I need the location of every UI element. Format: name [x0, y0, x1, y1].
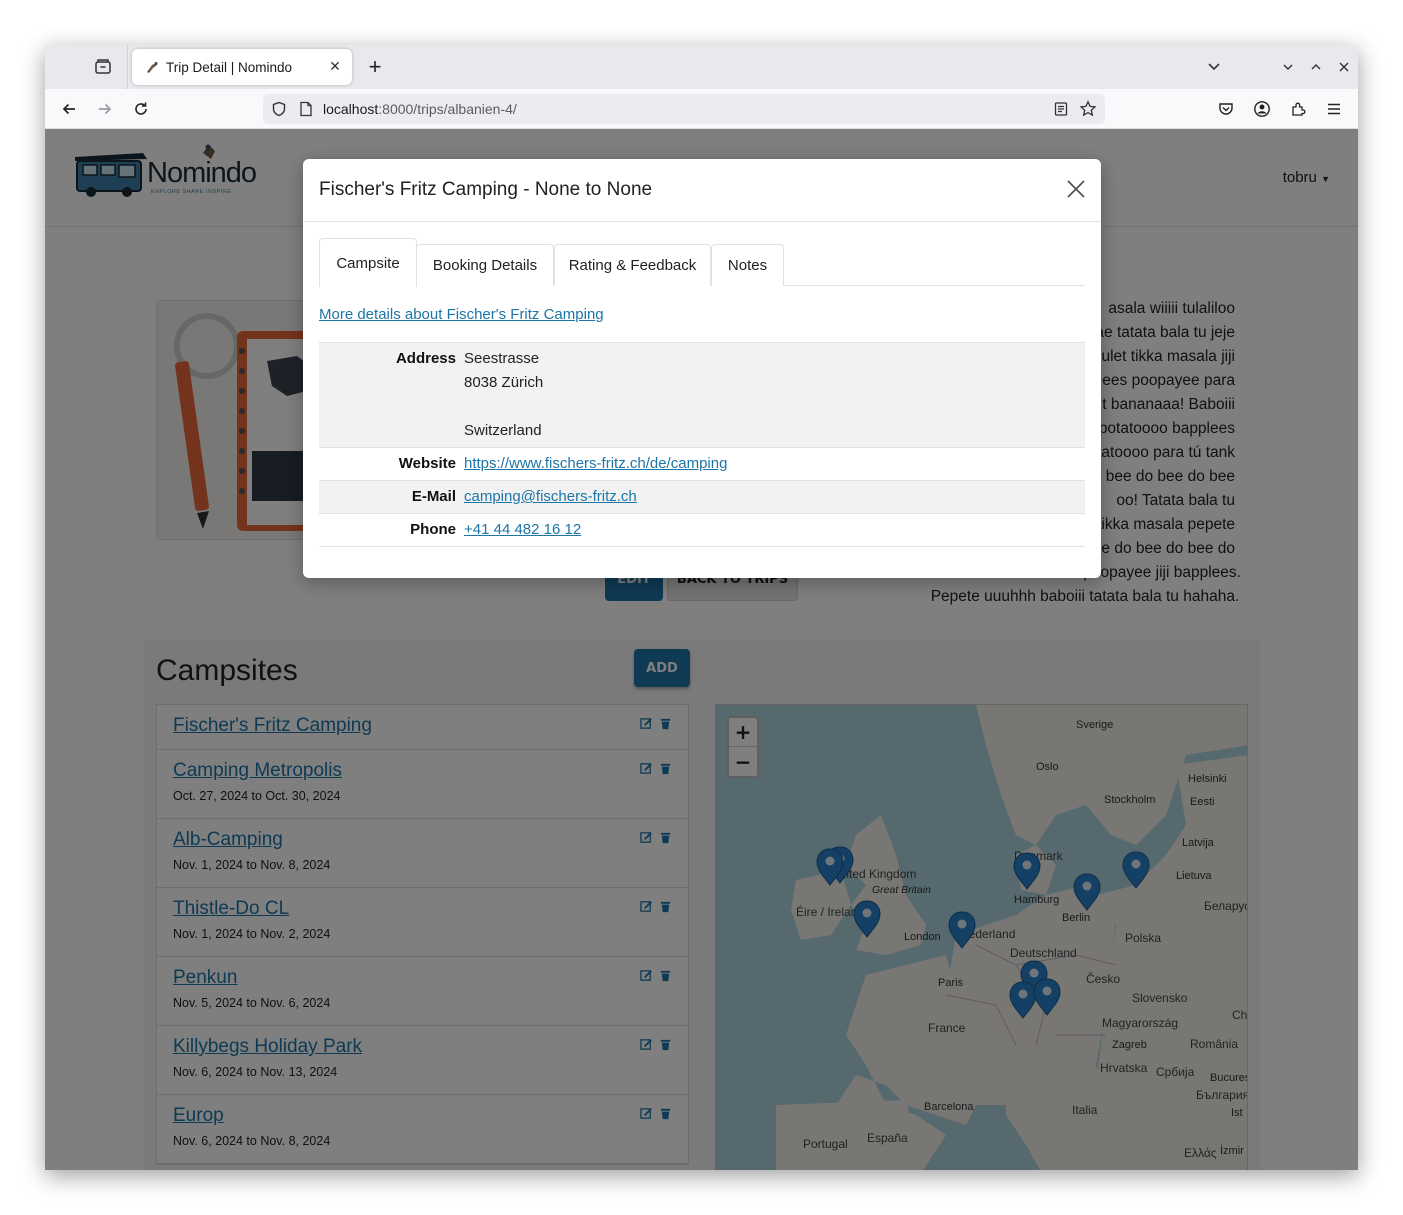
pocket-icon[interactable] — [1214, 97, 1238, 121]
tab-notes[interactable]: Notes — [711, 244, 784, 286]
tab-campsite[interactable]: Campsite — [319, 238, 417, 287]
maximize-icon[interactable] — [1306, 57, 1326, 77]
bookmark-star-icon[interactable] — [1079, 100, 1097, 118]
address-line: Seestrasse — [464, 350, 540, 367]
url-text[interactable]: localhost:8000/trips/albanien-4/ — [323, 101, 517, 117]
account-icon[interactable] — [1250, 97, 1274, 121]
address-line: Switzerland — [464, 422, 542, 439]
website-row: Website https://www.fischers-fritz.ch/de… — [319, 448, 1085, 481]
browser-tab-active[interactable]: Trip Detail | Nomindo ✕ — [132, 49, 352, 85]
reader-view-icon[interactable] — [1053, 101, 1069, 117]
reload-icon[interactable] — [129, 97, 153, 121]
tab-overview-icon[interactable] — [91, 55, 115, 79]
address-line — [464, 395, 543, 419]
close-icon[interactable] — [1065, 178, 1087, 200]
page-icon[interactable] — [299, 101, 313, 117]
browser-window: Trip Detail | Nomindo ✕ + localhost:8000… — [45, 45, 1358, 1170]
campsite-modal: Fischer's Fritz Camping - None to None C… — [303, 159, 1101, 578]
email-link[interactable]: camping@fischers-fritz.ch — [464, 488, 637, 505]
shield-icon[interactable] — [271, 101, 287, 117]
bird-favicon-icon — [147, 62, 158, 73]
minimize-icon[interactable] — [1278, 57, 1298, 77]
new-tab-icon[interactable]: + — [365, 56, 385, 78]
modal-header: Fischer's Fritz Camping - None to None — [303, 159, 1101, 222]
extensions-icon[interactable] — [1286, 97, 1310, 121]
address-value: Seestrasse 8038 Zürich Switzerland — [464, 343, 543, 447]
forward-arrow-icon[interactable] — [93, 97, 117, 121]
url-bar[interactable]: localhost:8000/trips/albanien-4/ — [263, 94, 1105, 124]
tab-bar: Trip Detail | Nomindo ✕ + — [45, 45, 1358, 89]
modal-tabs: Campsite Booking Details Rating & Feedba… — [319, 238, 1085, 287]
navigation-toolbar: localhost:8000/trips/albanien-4/ — [45, 89, 1358, 129]
address-line: 8038 Zürich — [464, 374, 544, 391]
tab-rating-feedback[interactable]: Rating & Feedback — [554, 244, 711, 286]
phone-link[interactable]: +41 44 482 16 12 — [464, 521, 581, 538]
address-row: Address Seestrasse 8038 Zürich Switzerla… — [319, 343, 1085, 448]
modal-title: Fischer's Fritz Camping - None to None — [319, 179, 653, 200]
menu-hamburger-icon[interactable] — [1322, 97, 1346, 121]
email-label: E-Mail — [411, 488, 456, 505]
close-tab-icon[interactable]: ✕ — [326, 58, 344, 76]
close-window-icon[interactable] — [1334, 57, 1354, 77]
email-row: E-Mail camping@fischers-fritz.ch — [319, 481, 1085, 514]
website-label: Website — [398, 455, 456, 472]
phone-label: Phone — [410, 521, 456, 538]
website-link[interactable]: https://www.fischers-fritz.ch/de/camping — [464, 455, 727, 472]
web-page: Nomindo EXPLORE SHARE INSPIRE tobru ▼ — [45, 129, 1358, 1170]
list-all-tabs-icon[interactable] — [1204, 57, 1224, 77]
tab-title: Trip Detail | Nomindo — [166, 59, 293, 75]
tab-separator — [127, 45, 128, 89]
address-label: Address — [395, 350, 456, 367]
more-details-link[interactable]: More details about Fischer's Fritz Campi… — [319, 306, 604, 323]
phone-row: Phone +41 44 482 16 12 — [319, 514, 1085, 547]
campsite-details-table: Address Seestrasse 8038 Zürich Switzerla… — [319, 342, 1085, 547]
tab-booking-details[interactable]: Booking Details — [416, 244, 554, 286]
back-arrow-icon[interactable] — [57, 97, 81, 121]
